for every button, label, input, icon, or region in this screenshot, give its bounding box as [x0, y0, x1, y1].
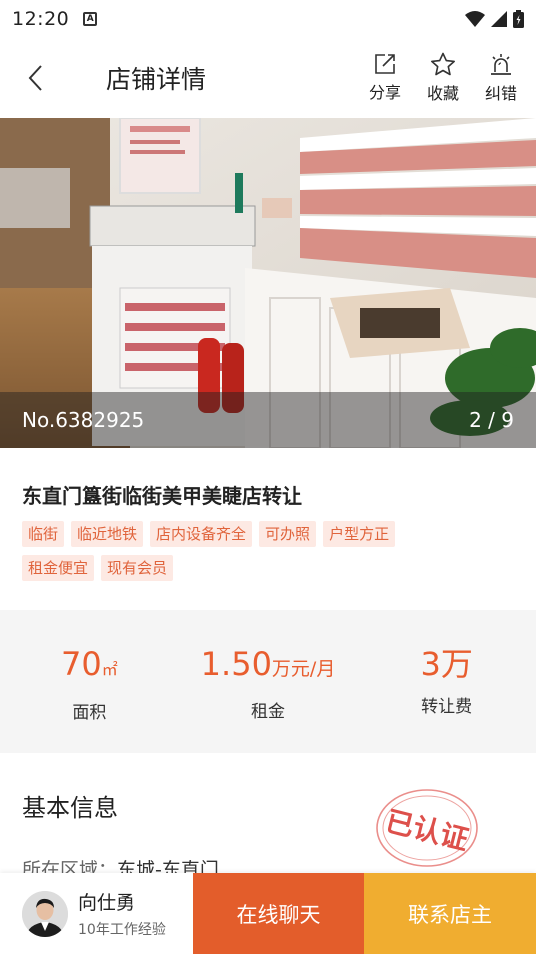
stat-transfer-fee: 3万 转让费 [357, 610, 536, 753]
favorite-button[interactable]: 收藏 [414, 52, 472, 104]
back-button[interactable] [0, 38, 70, 118]
page-title: 店铺详情 [106, 65, 207, 94]
transfer-fee-label: 转让费 [421, 697, 473, 717]
tag: 店内设备齐全 [150, 521, 253, 547]
tag: 临街 [22, 521, 65, 547]
shop-photo-carousel[interactable]: No.6382925 2 / 9 [0, 118, 536, 448]
tag-list: 临街 临近地铁 店内设备齐全 可办照 户型方正 租金便宜 现有会员 [22, 521, 462, 581]
contact-owner-button[interactable]: 联系店主 [364, 873, 536, 954]
share-label: 分享 [368, 83, 401, 102]
rent-label: 租金 [251, 702, 285, 722]
report-error-button[interactable]: 纠错 [472, 52, 530, 104]
status-indicators [465, 10, 524, 28]
share-button[interactable]: 分享 [356, 52, 414, 104]
favorite-label: 收藏 [426, 84, 459, 103]
stat-rent: 1.50万元/月 租金 [179, 610, 358, 753]
alarm-icon [491, 54, 511, 75]
status-time: 12:20 [12, 8, 70, 30]
area-value: 70㎡ [60, 645, 118, 683]
report-error-label: 纠错 [484, 84, 517, 103]
stamp-text: 已认证 [382, 804, 472, 856]
tag: 现有会员 [101, 555, 174, 581]
back-arrow-icon [28, 65, 42, 91]
nav-bar: 店铺详情 分享 收藏 纠错 [0, 38, 536, 118]
tag: 户型方正 [323, 521, 396, 547]
listing-title: 东直门簋街临街美甲美睫店转让 [22, 484, 302, 508]
avatar [22, 890, 68, 937]
area-label: 面积 [72, 703, 107, 723]
star-icon [431, 52, 455, 76]
online-chat-button[interactable]: 在线聊天 [193, 873, 364, 954]
agent-experience: 10年工作经验 [78, 922, 166, 938]
photo-caption: No.6382925 2 / 9 [0, 392, 536, 448]
notification-icon: A [83, 12, 98, 26]
verified-stamp: 已认证 [376, 789, 478, 867]
stat-area: 70㎡ 面积 [0, 610, 179, 753]
photo-counter: 2 / 9 [469, 408, 514, 432]
bottom-action-bar: 向仕勇 10年工作经验 在线聊天 联系店主 [0, 873, 536, 954]
listing-number: No.6382925 [22, 408, 145, 432]
agent-card[interactable]: 向仕勇 10年工作经验 [0, 873, 193, 954]
area-unit: ㎡ [101, 660, 118, 679]
tag: 可办照 [259, 521, 317, 547]
wifi-icon [465, 11, 485, 27]
tag: 临近地铁 [71, 521, 144, 547]
status-bar: 12:20 A [0, 0, 536, 38]
rent-value: 1.50万元/月 [200, 645, 336, 683]
agent-name: 向仕勇 [78, 892, 136, 914]
nav-actions: 分享 收藏 纠错 [356, 52, 530, 104]
key-stats: 70㎡ 面积 1.50万元/月 租金 3万 转让费 [0, 610, 536, 753]
rent-unit: 万元/月 [271, 658, 336, 680]
share-icon [375, 54, 395, 74]
agent-info: 向仕勇 10年工作经验 [78, 888, 166, 939]
section-title: 基本信息 [22, 794, 118, 822]
transfer-fee-unit: 万 [440, 645, 473, 683]
battery-icon [513, 10, 524, 28]
agent-photo [22, 890, 68, 937]
listing-header: 东直门簋街临街美甲美睫店转让 临街 临近地铁 店内设备齐全 可办照 户型方正 租… [0, 448, 536, 610]
signal-icon [491, 11, 507, 27]
transfer-fee-value: 3万 [420, 645, 473, 683]
tag: 租金便宜 [22, 555, 95, 581]
